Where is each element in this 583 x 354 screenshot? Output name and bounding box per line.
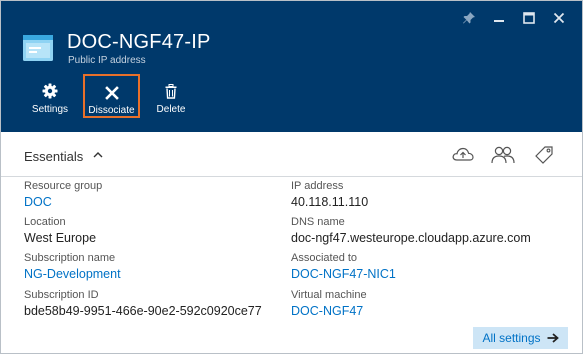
delete-label: Delete xyxy=(156,104,186,115)
virtual-machine-field: Virtual machine DOC-NGF47 xyxy=(291,289,367,318)
associated-to-field: Associated to DOC-NGF47-NIC1 xyxy=(291,252,396,281)
tag-icon[interactable] xyxy=(530,143,558,167)
blade-title: DOC-NGF47-IP xyxy=(67,31,211,53)
chevron-up-icon[interactable] xyxy=(92,148,104,166)
dns-name-field: DNS name doc-ngf47.westeurope.cloudapp.a… xyxy=(291,216,531,245)
trash-icon xyxy=(164,80,178,102)
users-icon[interactable] xyxy=(489,143,517,167)
settings-label: Settings xyxy=(31,104,69,115)
essentials-title: Essentials xyxy=(24,149,84,164)
public-ip-resource-icon xyxy=(23,35,53,61)
subscription-name-link[interactable]: NG-Development xyxy=(24,267,121,281)
blade-header: DOC-NGF47-IP Public IP address Settings xyxy=(1,1,582,132)
dissociate-button[interactable]: Dissociate xyxy=(83,74,140,118)
location-value: West Europe xyxy=(24,231,97,245)
dns-name-label: DNS name xyxy=(291,216,345,228)
subscription-id-label: Subscription ID xyxy=(24,289,99,301)
virtual-machine-link[interactable]: DOC-NGF47 xyxy=(291,304,367,318)
close-icon[interactable] xyxy=(546,7,572,29)
essentials-header: Essentials xyxy=(1,132,582,177)
all-settings-label: All settings xyxy=(482,331,541,345)
subscription-id-value: bde58b49-9951-466e-90e2-592c0920ce77 xyxy=(24,304,262,318)
subscription-name-label: Subscription name xyxy=(24,252,116,264)
arrow-right-icon xyxy=(547,333,559,343)
pin-icon[interactable] xyxy=(456,7,482,29)
subscription-id-field: Subscription ID bde58b49-9951-466e-90e2-… xyxy=(24,289,262,318)
all-settings-button[interactable]: All settings xyxy=(473,327,568,349)
dns-name-value: doc-ngf47.westeurope.cloudapp.azure.com xyxy=(291,231,531,245)
cloud-upload-icon[interactable] xyxy=(449,143,477,167)
maximize-icon[interactable] xyxy=(516,7,542,29)
public-ip-blade: DOC-NGF47-IP Public IP address Settings xyxy=(0,0,583,354)
resource-group-field: Resource group DOC xyxy=(24,180,102,209)
ip-address-field: IP address 40.118.11.110 xyxy=(291,180,368,209)
subscription-name-field: Subscription name NG-Development xyxy=(24,252,121,281)
blade-subtitle: Public IP address xyxy=(68,55,146,66)
dissociate-label: Dissociate xyxy=(88,105,135,116)
gear-icon xyxy=(42,80,58,102)
ip-address-value: 40.118.11.110 xyxy=(291,195,369,209)
virtual-machine-label: Virtual machine xyxy=(291,289,367,301)
settings-button[interactable]: Settings xyxy=(22,74,78,118)
minimize-icon[interactable] xyxy=(486,7,512,29)
close-x-icon xyxy=(104,82,119,103)
associated-to-label: Associated to xyxy=(291,252,358,264)
resource-group-link[interactable]: DOC xyxy=(24,195,102,209)
ip-address-label: IP address xyxy=(291,180,344,192)
location-field: Location West Europe xyxy=(24,216,96,245)
resource-group-label: Resource group xyxy=(24,180,103,192)
delete-button[interactable]: Delete xyxy=(149,74,193,118)
window-controls xyxy=(456,7,572,29)
associated-to-link[interactable]: DOC-NGF47-NIC1 xyxy=(291,267,396,281)
location-label: Location xyxy=(24,216,66,228)
